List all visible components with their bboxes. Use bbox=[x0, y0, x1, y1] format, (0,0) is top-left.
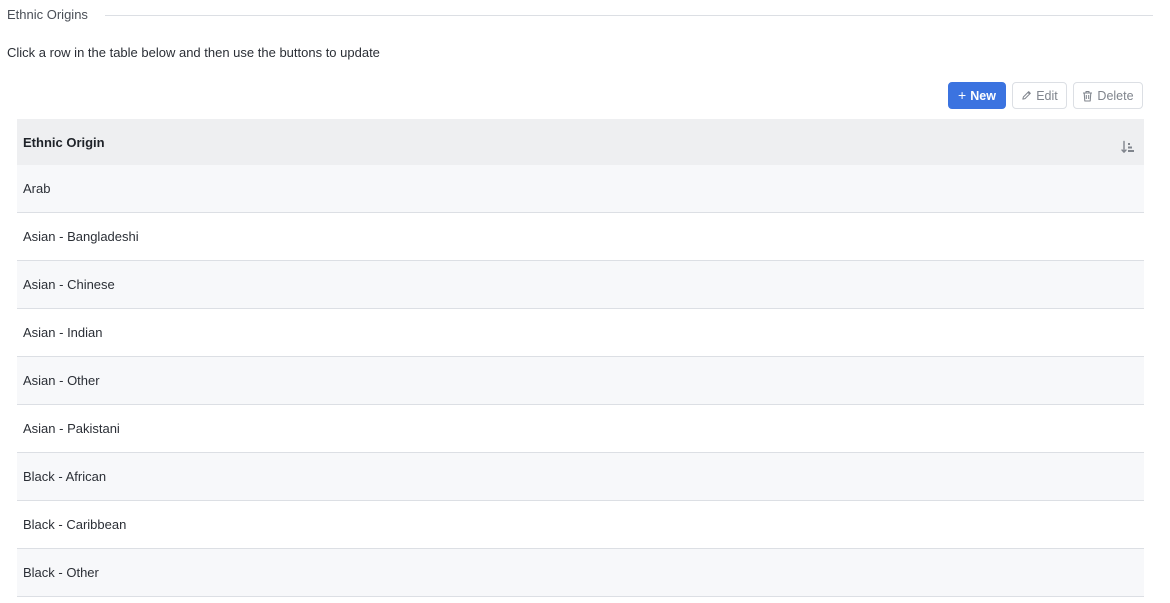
ethnic-origins-table: Ethnic Origin Arab Asian - Bangladeshi A… bbox=[17, 119, 1144, 597]
instructions-text: Click a row in the table below and then … bbox=[7, 45, 380, 60]
section-divider bbox=[104, 14, 1153, 16]
table-row[interactable]: Black - African bbox=[17, 453, 1144, 501]
section-title: Ethnic Origins bbox=[7, 6, 88, 22]
column-header-label: Ethnic Origin bbox=[23, 134, 105, 150]
sort-ascending-icon[interactable] bbox=[1120, 139, 1136, 155]
plus-icon: + bbox=[958, 87, 967, 103]
pencil-icon bbox=[1021, 90, 1032, 101]
table-row[interactable]: Black - Caribbean bbox=[17, 501, 1144, 549]
edit-button[interactable]: Edit bbox=[1012, 82, 1067, 109]
section-header: Ethnic Origins bbox=[7, 5, 1153, 23]
trash-icon bbox=[1082, 90, 1093, 102]
table-row[interactable]: Asian - Pakistani bbox=[17, 405, 1144, 453]
table-row[interactable]: Asian - Bangladeshi bbox=[17, 213, 1144, 261]
table-row[interactable]: Black - Other bbox=[17, 549, 1144, 597]
table-row[interactable]: Asian - Chinese bbox=[17, 261, 1144, 309]
table-row[interactable]: Asian - Indian bbox=[17, 309, 1144, 357]
delete-button[interactable]: Delete bbox=[1073, 82, 1143, 109]
table-row[interactable]: Asian - Other bbox=[17, 357, 1144, 405]
table-body: Arab Asian - Bangladeshi Asian - Chinese… bbox=[17, 165, 1144, 597]
toolbar: + New Edit Delete bbox=[948, 82, 1143, 109]
new-button-label: New bbox=[970, 88, 996, 103]
new-button[interactable]: + New bbox=[948, 82, 1006, 109]
delete-button-label: Delete bbox=[1097, 88, 1134, 103]
edit-button-label: Edit bbox=[1036, 88, 1058, 103]
column-header-ethnic-origin[interactable]: Ethnic Origin bbox=[17, 119, 1144, 165]
table-row[interactable]: Arab bbox=[17, 165, 1144, 213]
